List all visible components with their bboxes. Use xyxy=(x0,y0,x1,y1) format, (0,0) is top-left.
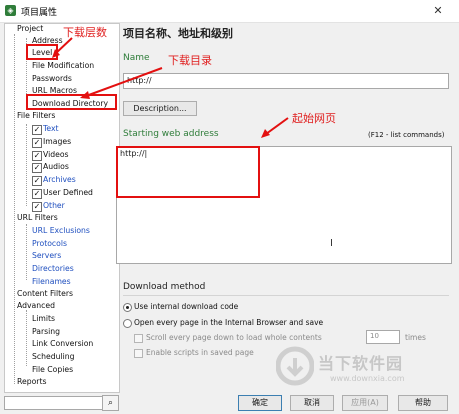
watermark-url: www.downxia.com xyxy=(330,374,405,383)
watermark-brand: 当下软件园 xyxy=(318,354,404,373)
watermark-logo-icon xyxy=(276,346,314,386)
arrow-directory-head xyxy=(80,91,90,99)
arrow-start xyxy=(265,117,289,135)
arrow-directory xyxy=(85,67,163,97)
arrow-start-head xyxy=(261,129,270,138)
arrow-level xyxy=(54,37,73,55)
